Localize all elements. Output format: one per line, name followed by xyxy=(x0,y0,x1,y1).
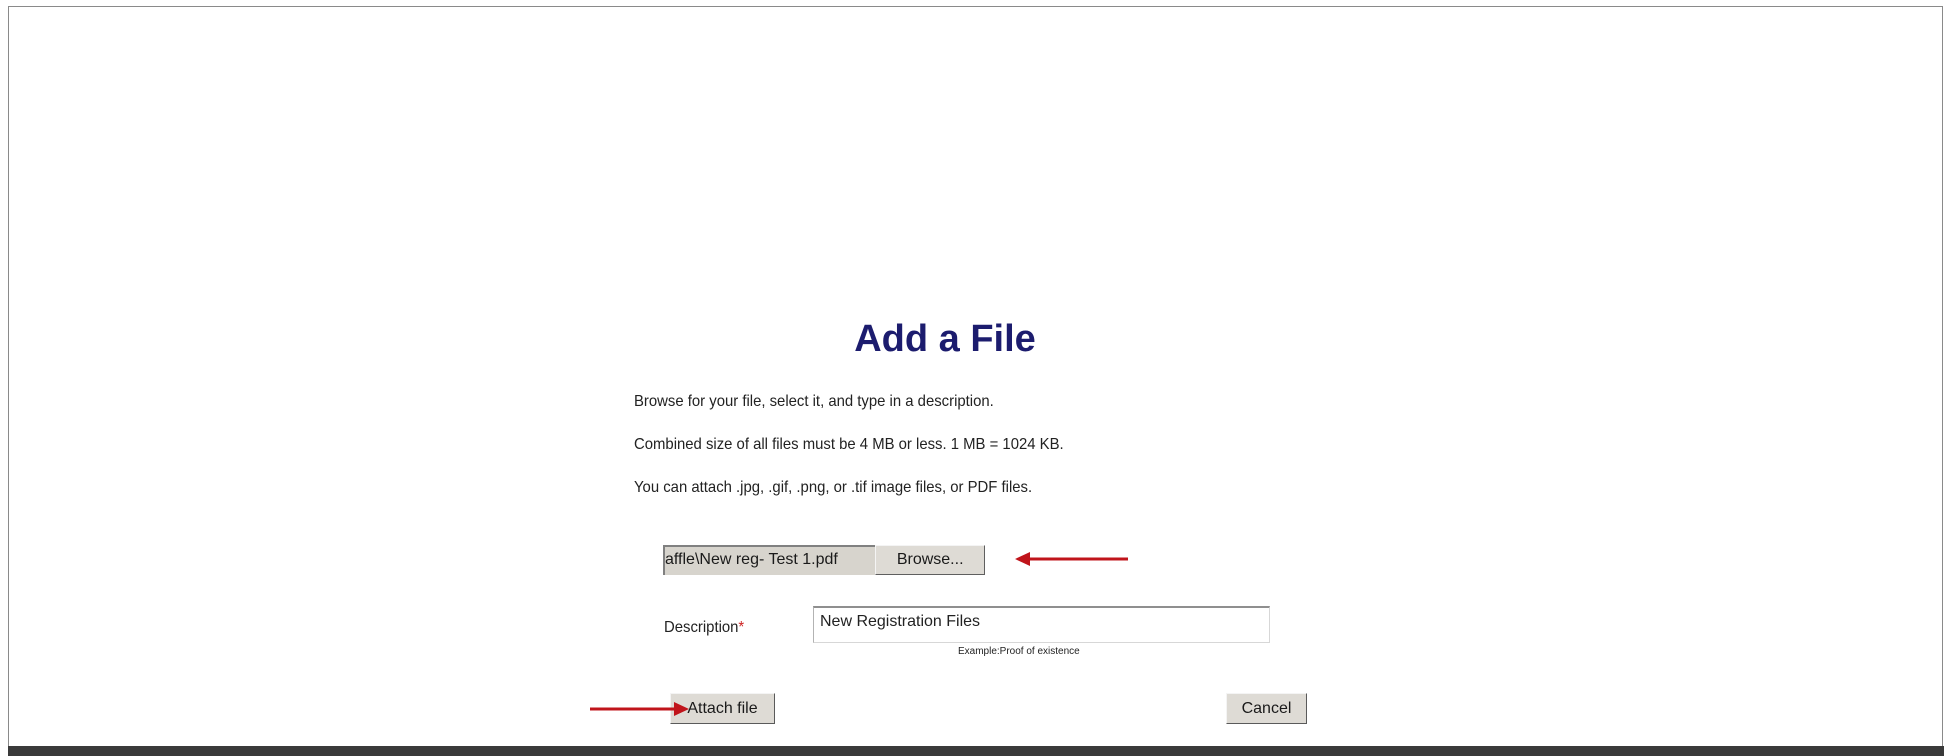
attach-file-button[interactable]: Attach file xyxy=(670,693,775,724)
instruction-size-limit: Combined size of all files must be 4 MB … xyxy=(634,436,1064,453)
browse-button[interactable]: Browse... xyxy=(875,545,985,575)
required-marker: * xyxy=(738,619,745,636)
description-example: Example:Proof of existence xyxy=(958,646,1080,657)
description-label: Description* xyxy=(664,619,745,636)
cancel-button[interactable]: Cancel xyxy=(1226,693,1307,724)
description-input[interactable]: New Registration Files xyxy=(813,606,1270,643)
file-input[interactable]: affle\New reg- Test 1.pdf Browse... xyxy=(663,545,985,575)
bottom-bar xyxy=(8,746,1944,756)
page-title: Add a File xyxy=(854,318,1036,360)
instruction-file-types: You can attach .jpg, .gif, .png, or .tif… xyxy=(634,479,1033,496)
file-path-field[interactable]: affle\New reg- Test 1.pdf xyxy=(663,545,876,575)
instruction-browse: Browse for your file, select it, and typ… xyxy=(634,393,994,410)
